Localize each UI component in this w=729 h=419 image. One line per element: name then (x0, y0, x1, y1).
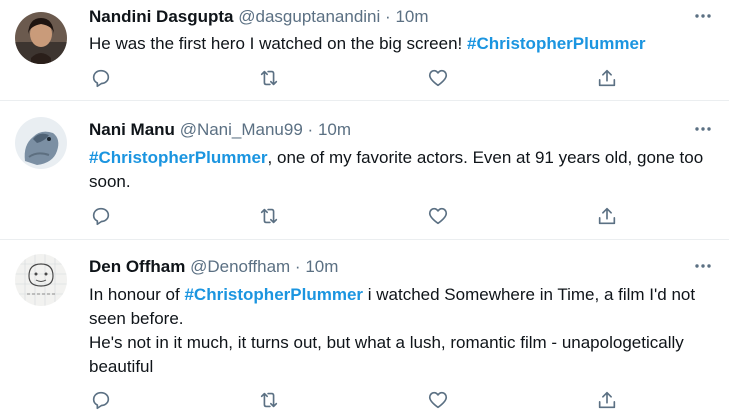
retweet-icon[interactable] (257, 388, 281, 412)
reply-icon[interactable] (89, 204, 113, 228)
author-name[interactable]: Nani Manu (89, 120, 175, 139)
retweet-icon[interactable] (257, 66, 281, 90)
tweet[interactable]: Nandini Dasgupta @dasguptanandini · 10m … (0, 0, 729, 101)
tweet-text: In honour of #ChristopherPlummer i watch… (89, 283, 711, 379)
tweet-header: Nandini Dasgupta @dasguptanandini · 10m (89, 5, 429, 29)
author-handle[interactable]: @dasguptanandini (238, 7, 380, 26)
avatar[interactable] (15, 12, 67, 64)
hashtag-link[interactable]: #ChristopherPlummer (467, 34, 646, 53)
like-icon[interactable] (426, 204, 450, 228)
share-icon[interactable] (595, 388, 619, 412)
tweet-actions (89, 66, 629, 90)
author-name[interactable]: Den Offham (89, 257, 185, 276)
tweet-time[interactable]: 10m (305, 257, 338, 276)
like-icon[interactable] (426, 66, 450, 90)
tweet-text: #ChristopherPlummer, one of my favorite … (89, 146, 711, 194)
tweet-header: Nani Manu @Nani_Manu99 · 10m (89, 118, 351, 142)
tweet-header: Den Offham @Denoffham · 10m (89, 255, 338, 279)
tweet-actions (89, 388, 629, 412)
tweet[interactable]: Nani Manu @Nani_Manu99 · 10m #Christophe… (0, 101, 729, 240)
separator: · (385, 7, 391, 26)
share-icon[interactable] (595, 204, 619, 228)
tweet-text-before: In honour of (89, 285, 185, 304)
tweet-time[interactable]: 10m (318, 120, 351, 139)
tweet-actions (89, 204, 629, 228)
tweet-time[interactable]: 10m (395, 7, 428, 26)
tweet[interactable]: Den Offham @Denoffham · 10m In honour of… (0, 240, 729, 419)
author-handle[interactable]: @Denoffham (190, 257, 290, 276)
like-icon[interactable] (426, 388, 450, 412)
separator: · (307, 120, 314, 139)
author-handle[interactable]: @Nani_Manu99 (180, 120, 303, 139)
more-options-icon[interactable] (693, 6, 713, 26)
author-name[interactable]: Nandini Dasgupta (89, 7, 234, 26)
hashtag-link[interactable]: #ChristopherPlummer (89, 148, 268, 167)
separator: · (294, 257, 301, 276)
reply-icon[interactable] (89, 66, 113, 90)
more-options-icon[interactable] (693, 256, 713, 276)
tweet-text-line2: He's not in it much, it turns out, but w… (89, 333, 684, 376)
avatar[interactable] (15, 117, 67, 169)
tweet-feed: Nandini Dasgupta @dasguptanandini · 10m … (0, 0, 729, 419)
reply-icon[interactable] (89, 388, 113, 412)
more-options-icon[interactable] (693, 119, 713, 139)
retweet-icon[interactable] (257, 204, 281, 228)
tweet-text-before: He was the first hero I watched on the b… (89, 34, 467, 53)
hashtag-link[interactable]: #ChristopherPlummer (184, 285, 363, 304)
avatar[interactable] (15, 254, 67, 306)
share-icon[interactable] (595, 66, 619, 90)
tweet-text: He was the first hero I watched on the b… (89, 32, 711, 56)
